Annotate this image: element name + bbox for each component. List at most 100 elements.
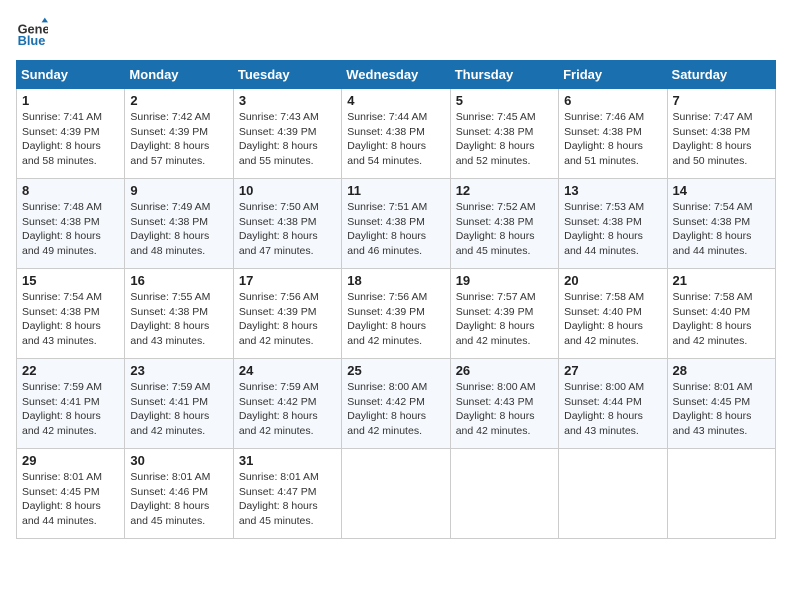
sunset-label: Sunset: 4:40 PM bbox=[673, 306, 751, 318]
calendar-body: 1 Sunrise: 7:41 AM Sunset: 4:39 PM Dayli… bbox=[17, 89, 776, 539]
daylight-label: Daylight: 8 hours and 48 minutes. bbox=[130, 230, 209, 257]
sunrise-label: Sunrise: 7:56 AM bbox=[347, 291, 427, 303]
day-number: 24 bbox=[239, 363, 336, 378]
sunset-label: Sunset: 4:38 PM bbox=[347, 216, 425, 228]
day-number: 16 bbox=[130, 273, 227, 288]
sunrise-label: Sunrise: 7:41 AM bbox=[22, 111, 102, 123]
sunset-label: Sunset: 4:39 PM bbox=[22, 126, 100, 138]
day-number: 26 bbox=[456, 363, 553, 378]
day-info: Sunrise: 7:43 AM Sunset: 4:39 PM Dayligh… bbox=[239, 110, 336, 169]
calendar-day-cell: 28 Sunrise: 8:01 AM Sunset: 4:45 PM Dayl… bbox=[667, 359, 775, 449]
calendar-day-cell: 31 Sunrise: 8:01 AM Sunset: 4:47 PM Dayl… bbox=[233, 449, 341, 539]
sunset-label: Sunset: 4:38 PM bbox=[347, 126, 425, 138]
sunset-label: Sunset: 4:39 PM bbox=[239, 126, 317, 138]
sunrise-label: Sunrise: 7:43 AM bbox=[239, 111, 319, 123]
sunrise-label: Sunrise: 7:46 AM bbox=[564, 111, 644, 123]
day-number: 2 bbox=[130, 93, 227, 108]
calendar-week-row: 29 Sunrise: 8:01 AM Sunset: 4:45 PM Dayl… bbox=[17, 449, 776, 539]
day-info: Sunrise: 7:55 AM Sunset: 4:38 PM Dayligh… bbox=[130, 290, 227, 349]
daylight-label: Daylight: 8 hours and 42 minutes. bbox=[564, 320, 643, 347]
sunset-label: Sunset: 4:38 PM bbox=[456, 126, 534, 138]
calendar-header: SundayMondayTuesdayWednesdayThursdayFrid… bbox=[17, 61, 776, 89]
day-info: Sunrise: 8:01 AM Sunset: 4:46 PM Dayligh… bbox=[130, 470, 227, 529]
day-number: 5 bbox=[456, 93, 553, 108]
sunset-label: Sunset: 4:42 PM bbox=[239, 396, 317, 408]
day-info: Sunrise: 7:58 AM Sunset: 4:40 PM Dayligh… bbox=[564, 290, 661, 349]
calendar-day-cell: 18 Sunrise: 7:56 AM Sunset: 4:39 PM Dayl… bbox=[342, 269, 450, 359]
sunset-label: Sunset: 4:45 PM bbox=[22, 486, 100, 498]
sunrise-label: Sunrise: 7:59 AM bbox=[22, 381, 102, 393]
day-number: 19 bbox=[456, 273, 553, 288]
sunset-label: Sunset: 4:39 PM bbox=[347, 306, 425, 318]
calendar-day-cell: 21 Sunrise: 7:58 AM Sunset: 4:40 PM Dayl… bbox=[667, 269, 775, 359]
sunrise-label: Sunrise: 7:47 AM bbox=[673, 111, 753, 123]
sunset-label: Sunset: 4:38 PM bbox=[456, 216, 534, 228]
day-info: Sunrise: 7:56 AM Sunset: 4:39 PM Dayligh… bbox=[239, 290, 336, 349]
sunrise-label: Sunrise: 7:59 AM bbox=[130, 381, 210, 393]
day-info: Sunrise: 8:01 AM Sunset: 4:45 PM Dayligh… bbox=[673, 380, 770, 439]
daylight-label: Daylight: 8 hours and 42 minutes. bbox=[456, 410, 535, 437]
sunrise-label: Sunrise: 7:56 AM bbox=[239, 291, 319, 303]
sunrise-label: Sunrise: 7:51 AM bbox=[347, 201, 427, 213]
sunset-label: Sunset: 4:44 PM bbox=[564, 396, 642, 408]
calendar-day-cell: 17 Sunrise: 7:56 AM Sunset: 4:39 PM Dayl… bbox=[233, 269, 341, 359]
sunset-label: Sunset: 4:38 PM bbox=[673, 216, 751, 228]
calendar-day-cell: 27 Sunrise: 8:00 AM Sunset: 4:44 PM Dayl… bbox=[559, 359, 667, 449]
daylight-label: Daylight: 8 hours and 52 minutes. bbox=[456, 140, 535, 167]
day-number: 29 bbox=[22, 453, 119, 468]
sunrise-label: Sunrise: 8:00 AM bbox=[564, 381, 644, 393]
day-info: Sunrise: 7:54 AM Sunset: 4:38 PM Dayligh… bbox=[22, 290, 119, 349]
day-of-week-header: Wednesday bbox=[342, 61, 450, 89]
day-number: 25 bbox=[347, 363, 444, 378]
day-number: 21 bbox=[673, 273, 770, 288]
calendar-table: SundayMondayTuesdayWednesdayThursdayFrid… bbox=[16, 60, 776, 539]
calendar-day-cell: 23 Sunrise: 7:59 AM Sunset: 4:41 PM Dayl… bbox=[125, 359, 233, 449]
day-number: 11 bbox=[347, 183, 444, 198]
day-info: Sunrise: 7:59 AM Sunset: 4:41 PM Dayligh… bbox=[130, 380, 227, 439]
calendar-day-cell: 10 Sunrise: 7:50 AM Sunset: 4:38 PM Dayl… bbox=[233, 179, 341, 269]
day-info: Sunrise: 8:00 AM Sunset: 4:42 PM Dayligh… bbox=[347, 380, 444, 439]
sunset-label: Sunset: 4:41 PM bbox=[130, 396, 208, 408]
day-info: Sunrise: 8:00 AM Sunset: 4:44 PM Dayligh… bbox=[564, 380, 661, 439]
sunset-label: Sunset: 4:38 PM bbox=[564, 126, 642, 138]
daylight-label: Daylight: 8 hours and 42 minutes. bbox=[22, 410, 101, 437]
sunrise-label: Sunrise: 7:57 AM bbox=[456, 291, 536, 303]
day-info: Sunrise: 8:01 AM Sunset: 4:47 PM Dayligh… bbox=[239, 470, 336, 529]
day-number: 1 bbox=[22, 93, 119, 108]
day-info: Sunrise: 7:48 AM Sunset: 4:38 PM Dayligh… bbox=[22, 200, 119, 259]
sunrise-label: Sunrise: 7:48 AM bbox=[22, 201, 102, 213]
calendar-day-cell: 13 Sunrise: 7:53 AM Sunset: 4:38 PM Dayl… bbox=[559, 179, 667, 269]
daylight-label: Daylight: 8 hours and 54 minutes. bbox=[347, 140, 426, 167]
sunrise-label: Sunrise: 8:00 AM bbox=[456, 381, 536, 393]
day-number: 15 bbox=[22, 273, 119, 288]
page-header: General Blue bbox=[16, 16, 776, 48]
sunset-label: Sunset: 4:46 PM bbox=[130, 486, 208, 498]
calendar-day-cell: 30 Sunrise: 8:01 AM Sunset: 4:46 PM Dayl… bbox=[125, 449, 233, 539]
sunrise-label: Sunrise: 7:50 AM bbox=[239, 201, 319, 213]
day-info: Sunrise: 7:49 AM Sunset: 4:38 PM Dayligh… bbox=[130, 200, 227, 259]
day-of-week-header: Friday bbox=[559, 61, 667, 89]
calendar-day-cell: 1 Sunrise: 7:41 AM Sunset: 4:39 PM Dayli… bbox=[17, 89, 125, 179]
day-number: 27 bbox=[564, 363, 661, 378]
calendar-week-row: 15 Sunrise: 7:54 AM Sunset: 4:38 PM Dayl… bbox=[17, 269, 776, 359]
calendar-day-cell: 12 Sunrise: 7:52 AM Sunset: 4:38 PM Dayl… bbox=[450, 179, 558, 269]
day-number: 17 bbox=[239, 273, 336, 288]
calendar-day-cell: 8 Sunrise: 7:48 AM Sunset: 4:38 PM Dayli… bbox=[17, 179, 125, 269]
day-number: 22 bbox=[22, 363, 119, 378]
sunrise-label: Sunrise: 7:44 AM bbox=[347, 111, 427, 123]
calendar-week-row: 8 Sunrise: 7:48 AM Sunset: 4:38 PM Dayli… bbox=[17, 179, 776, 269]
sunset-label: Sunset: 4:40 PM bbox=[564, 306, 642, 318]
sunset-label: Sunset: 4:38 PM bbox=[22, 306, 100, 318]
sunrise-label: Sunrise: 8:01 AM bbox=[22, 471, 102, 483]
sunset-label: Sunset: 4:42 PM bbox=[347, 396, 425, 408]
calendar-day-cell: 22 Sunrise: 7:59 AM Sunset: 4:41 PM Dayl… bbox=[17, 359, 125, 449]
calendar-day-cell: 6 Sunrise: 7:46 AM Sunset: 4:38 PM Dayli… bbox=[559, 89, 667, 179]
day-info: Sunrise: 7:56 AM Sunset: 4:39 PM Dayligh… bbox=[347, 290, 444, 349]
day-number: 13 bbox=[564, 183, 661, 198]
calendar-day-cell: 16 Sunrise: 7:55 AM Sunset: 4:38 PM Dayl… bbox=[125, 269, 233, 359]
sunset-label: Sunset: 4:39 PM bbox=[130, 126, 208, 138]
sunset-label: Sunset: 4:39 PM bbox=[456, 306, 534, 318]
day-of-week-header: Thursday bbox=[450, 61, 558, 89]
logo: General Blue bbox=[16, 16, 48, 48]
daylight-label: Daylight: 8 hours and 42 minutes. bbox=[130, 410, 209, 437]
